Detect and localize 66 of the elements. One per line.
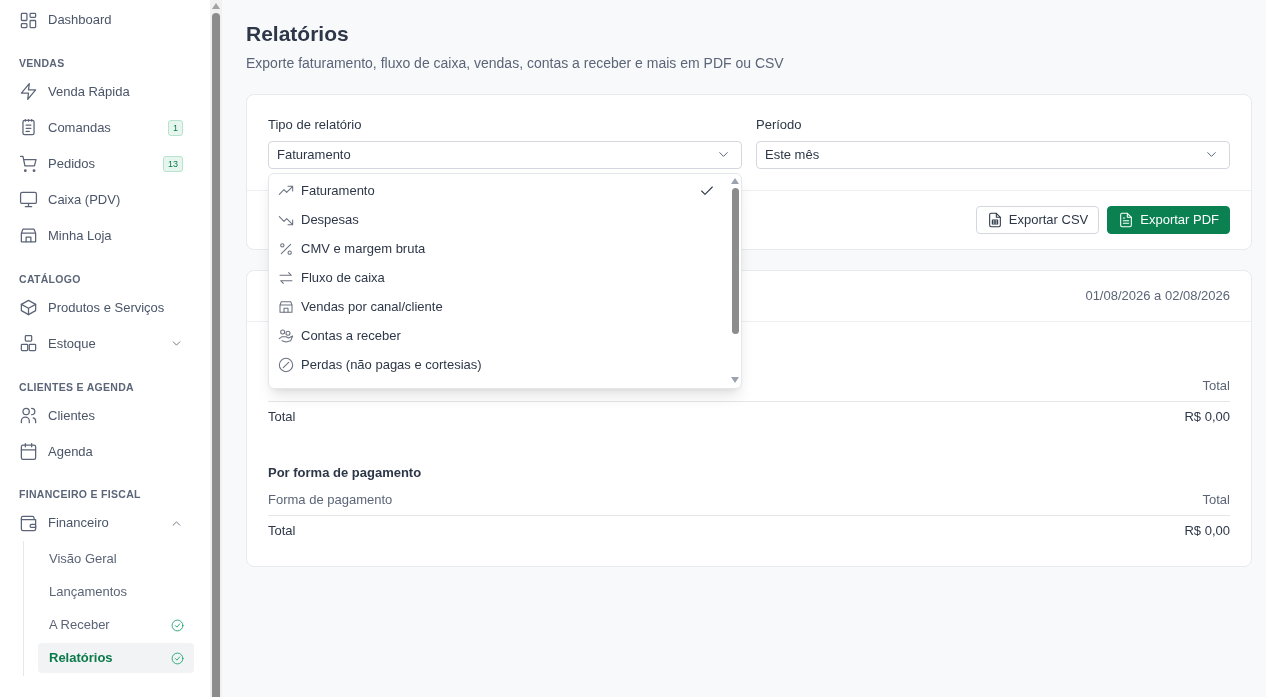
table-cell-text: R$ 0,00 <box>1184 407 1230 426</box>
lightning-icon <box>19 82 38 102</box>
sidebar-scrollbar[interactable] <box>210 0 222 697</box>
nav-item[interactable]: Clientes <box>19 397 194 434</box>
column-header: Total <box>1202 490 1230 509</box>
section-heading: VENDAS <box>19 56 66 71</box>
table-cell-text: Total <box>268 521 296 540</box>
subnav-item[interactable]: Relatórios <box>38 643 194 673</box>
nav-item[interactable]: Agenda <box>19 433 194 470</box>
table-cell-text: Total <box>268 407 296 426</box>
section-heading: FINANCEIRO E FISCAL <box>19 487 142 503</box>
table-cell-text: R$ 0,00 <box>1184 521 1230 540</box>
nav-item[interactable]: Dashboard <box>19 2 194 38</box>
dropdown-option[interactable]: Vendas por canal/cliente <box>269 292 729 321</box>
count-badge: 13 <box>163 155 183 172</box>
dropdown-option[interactable]: Faturamento <box>269 176 729 205</box>
circle-slash-icon <box>278 356 294 373</box>
scroll-thumb[interactable] <box>731 188 739 334</box>
nav-item[interactable]: Caixa (PDV) <box>19 181 194 218</box>
nav-item[interactable]: Minha Loja <box>19 217 194 254</box>
nav-item[interactable]: Pedidos 13 <box>19 145 194 182</box>
grid-icon <box>19 10 38 30</box>
select-field[interactable]: Faturamento <box>268 140 742 169</box>
nav-item[interactable]: Estoque <box>19 325 194 362</box>
dropdown-option[interactable]: CMV e margem bruta <box>269 234 729 263</box>
cart-icon <box>19 154 38 174</box>
store-icon <box>278 298 294 315</box>
hand-coins-icon <box>278 327 294 344</box>
nav-item[interactable]: Comandas 1 <box>19 109 194 146</box>
column-header: Total <box>1202 376 1230 395</box>
export-pdf-button[interactable]: Exportar PDF <box>1107 205 1230 234</box>
count-badge: 1 <box>168 119 183 136</box>
dropdown-option[interactable]: Contas a receber <box>269 321 729 350</box>
dropdown-option[interactable]: Despesas <box>269 205 729 234</box>
page-subtitle: Exporte faturamento, fluxo de caixa, vendas, contas a receber e mais em PDF ou CSV <box>246 54 785 73</box>
subnav-item[interactable]: Visão Geral <box>38 544 194 574</box>
export-csv-button[interactable]: Exportar CSV <box>975 205 1100 234</box>
spreadsheet-icon <box>986 211 1003 228</box>
field-label: Período <box>756 116 803 134</box>
column-header: Forma de pagamento <box>268 490 393 509</box>
dropdown-option[interactable]: Perdas (não pagas e cortesias) <box>269 350 729 379</box>
document-icon <box>1118 211 1135 228</box>
scroll-thumb[interactable] <box>212 13 220 697</box>
box-icon <box>19 298 38 317</box>
section-heading: CLIENTES E AGENDA <box>19 379 135 395</box>
select-field[interactable]: Este mês <box>756 140 1230 169</box>
nav-item[interactable]: Produtos e Serviços <box>19 289 194 326</box>
nav-item[interactable]: Financeiro <box>19 505 194 541</box>
clipboard-icon <box>19 118 38 138</box>
field-label: Tipo de relatório <box>268 116 363 134</box>
subnav-item[interactable]: A Receber <box>38 610 194 640</box>
subnav-item[interactable]: Lançamentos <box>38 577 194 607</box>
calendar-icon <box>19 441 38 461</box>
wallet-icon <box>19 513 38 533</box>
page-title: Relatórios <box>246 21 350 47</box>
section-title: Por forma de pagamento <box>268 463 423 482</box>
monitor-icon <box>19 190 38 210</box>
arrows-swap-icon <box>278 269 294 286</box>
scroll-down-icon[interactable] <box>731 377 739 383</box>
nav-item[interactable]: Venda Rápida <box>19 73 194 110</box>
section-heading: CATÁLOGO <box>19 271 82 287</box>
date-range: 01/08/2026 a 02/08/2026 <box>1085 286 1230 305</box>
users-icon <box>19 405 38 425</box>
dropdown-option[interactable]: Fluxo de caixa <box>269 263 729 292</box>
percent-icon <box>278 240 294 257</box>
boxes-icon <box>19 334 38 353</box>
